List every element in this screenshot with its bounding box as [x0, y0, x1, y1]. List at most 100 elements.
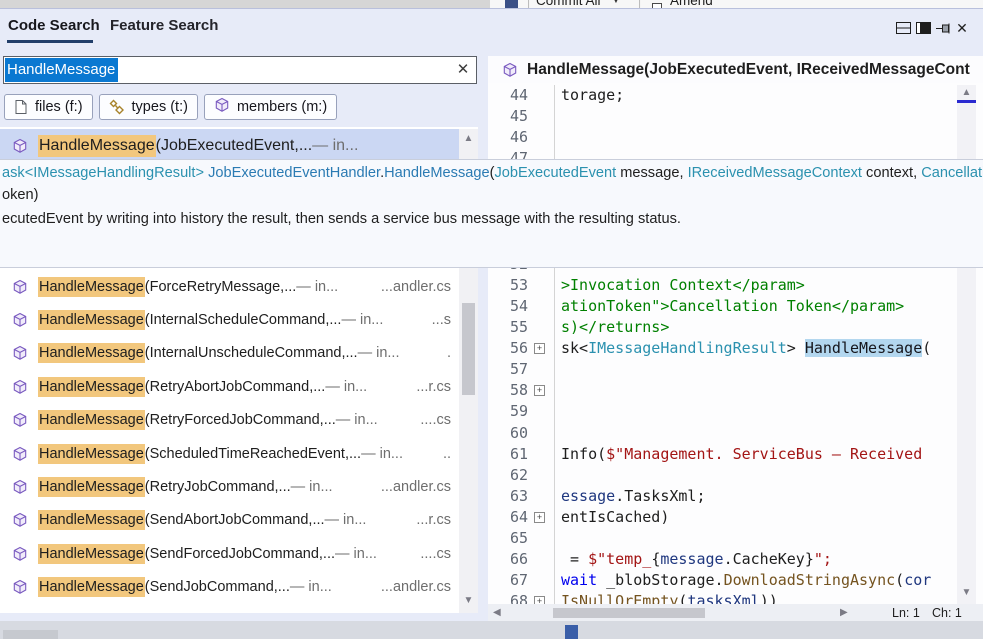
result-row[interactable]: HandleMessage (InternalUnscheduleCommand,… [0, 337, 459, 370]
result-file-name: ...andler.cs [380, 579, 451, 596]
signature-tooltip: ask<IMessageHandlingResult> JobExecutedE… [0, 159, 983, 268]
result-row[interactable]: HandleMessage (RetryAbortJobCommand,... —… [0, 370, 459, 403]
fold-margin: + [528, 338, 554, 359]
code-text [554, 359, 983, 381]
layout-split-vertical-button[interactable] [914, 20, 932, 36]
scroll-down-icon[interactable]: ▼ [459, 595, 478, 606]
match-highlight: HandleMessage [38, 310, 145, 331]
result-file-name: ....cs [420, 545, 451, 562]
file-icon [15, 100, 27, 114]
result-container-hint: — in... [324, 512, 367, 529]
member-cube-icon [12, 579, 28, 595]
result-file-name: ...s [431, 312, 451, 329]
pin-button[interactable] [935, 20, 953, 36]
code-scrollbar-thumb[interactable] [553, 608, 705, 618]
search-selected-text: HandleMessage [5, 58, 119, 82]
result-row[interactable]: HandleMessage (InternalScheduleCommand,..… [0, 303, 459, 336]
selected-result-row[interactable]: HandleMessage (JobExecutedEvent,... — in… [0, 129, 459, 163]
result-file-name: ....cs [420, 412, 451, 429]
clear-search-icon[interactable]: ✕ [452, 60, 474, 80]
code-text: IsNullOrEmpty(tasksXml)) [554, 591, 983, 604]
result-row[interactable]: HandleMessage (SendAbortJobCommand,... — … [0, 504, 459, 537]
result-container-hint: — in... [341, 312, 384, 329]
fold-toggle-icon[interactable]: + [534, 385, 545, 397]
fold-margin [528, 549, 554, 570]
fold-margin [528, 570, 554, 591]
filter-members-button[interactable]: members (m:) [203, 94, 338, 120]
code-text: = $"temp_{message.CacheKey}"; [554, 549, 983, 571]
member-cube-icon [215, 97, 229, 112]
code-token: s)</returns> [561, 318, 670, 337]
result-row[interactable]: HandleMessage (RetryJobCommand,... — in..… [0, 470, 459, 503]
code-token: IsNullOrEmpty [561, 592, 679, 604]
fold-toggle-icon[interactable]: + [534, 343, 545, 355]
code-text: torage; [554, 85, 983, 107]
code-search-popup: Code Search Feature Search ✕ HandleMessa… [0, 8, 983, 622]
scroll-up-icon[interactable]: ▲ [957, 87, 976, 98]
close-icon[interactable]: ✕ [953, 20, 971, 36]
tab-feature-search[interactable]: Feature Search [110, 17, 218, 34]
code-token: tasksXml [687, 592, 760, 604]
search-input[interactable]: HandleMessage [3, 56, 477, 84]
signature-token: JobExecutedEventHandler [208, 165, 381, 181]
member-cube-icon [502, 62, 518, 78]
result-file-name: ...andler.cs [380, 278, 451, 295]
code-text: sk<IMessageHandlingResult> HandleMessage… [554, 338, 983, 360]
tooltip-signature-wrap: oken) [2, 187, 39, 203]
scroll-down-icon[interactable]: ▼ [957, 587, 976, 598]
signature-token: JobExecutedEvent [494, 165, 617, 181]
filter-types-button[interactable]: types (t:) [98, 94, 198, 120]
code-text [554, 380, 983, 402]
result-row[interactable]: HandleMessage (RetryForcedJobCommand,... … [0, 404, 459, 437]
result-row[interactable]: HandleMessage (SendForcedJobCommand,... —… [0, 537, 459, 570]
member-cube-icon [12, 446, 28, 462]
result-row[interactable]: HandleMessage (ScheduledTimeReachedEvent,… [0, 437, 459, 470]
line-number: 57 [509, 360, 528, 379]
code-line: 53 >Invocation Context</param> [488, 274, 983, 296]
result-container-hint: — in... [312, 137, 359, 154]
member-cube-icon [13, 546, 27, 561]
result-row[interactable]: HandleMessage (ForceRetryMessage,... — in… [0, 270, 459, 303]
scroll-up-icon[interactable]: ▲ [459, 133, 478, 144]
member-cube-icon [214, 97, 230, 117]
code-text: Info($"Management. ServiceBus – Received [554, 443, 983, 465]
member-cube-icon [13, 513, 27, 528]
commit-all-button[interactable]: Commit All [536, 0, 601, 8]
member-cube-icon [12, 345, 28, 361]
fold-margin [528, 317, 554, 338]
scroll-left-icon[interactable]: ◀ [493, 607, 501, 618]
line-number: 59 [509, 402, 528, 421]
layout-split-horizontal-button[interactable] [894, 20, 912, 36]
result-row[interactable]: HandleMessage (SendJobCommand,... — in...… [0, 571, 459, 604]
code-line: 58 + [488, 380, 983, 402]
code-token: >Invocation Context</param> [561, 275, 805, 294]
background-window-strip [0, 0, 490, 8]
background-accent-fragment [565, 625, 578, 639]
code-line: 54 ationToken">Cancellation Token</param> [488, 295, 983, 318]
code-line: 56 + sk<IMessageHandlingResult> HandleMess… [488, 338, 983, 360]
split-vertical-icon [915, 22, 931, 34]
result-signature: (RetryJobCommand,... [144, 479, 291, 496]
line-number: 46 [509, 128, 528, 147]
member-cube-icon [13, 279, 27, 294]
code-text [554, 422, 983, 444]
fold-margin: + [528, 380, 554, 401]
code-token: essage [561, 486, 616, 505]
fold-margin [528, 486, 554, 507]
match-highlight: HandleMessage [38, 543, 145, 564]
code-line: 46 [488, 127, 983, 149]
code-line: 64 + entIsCached) [488, 506, 983, 528]
signature-token: ask< [2, 165, 34, 181]
fold-toggle-icon[interactable]: + [534, 596, 545, 604]
member-cube-icon [13, 379, 27, 394]
results-scrollbar-thumb[interactable] [462, 303, 475, 395]
scroll-right-icon[interactable]: ▶ [840, 607, 848, 618]
filter-files-button[interactable]: files (f:) [4, 94, 93, 120]
fold-margin [528, 85, 554, 106]
commit-dropdown-caret[interactable]: ▼ [612, 0, 620, 5]
line-number: 54 [509, 296, 528, 315]
signature-token: context, [861, 165, 922, 181]
tab-code-search[interactable]: Code Search [8, 17, 100, 34]
fold-toggle-icon[interactable]: + [534, 511, 545, 523]
line-number: 67 [509, 571, 528, 590]
